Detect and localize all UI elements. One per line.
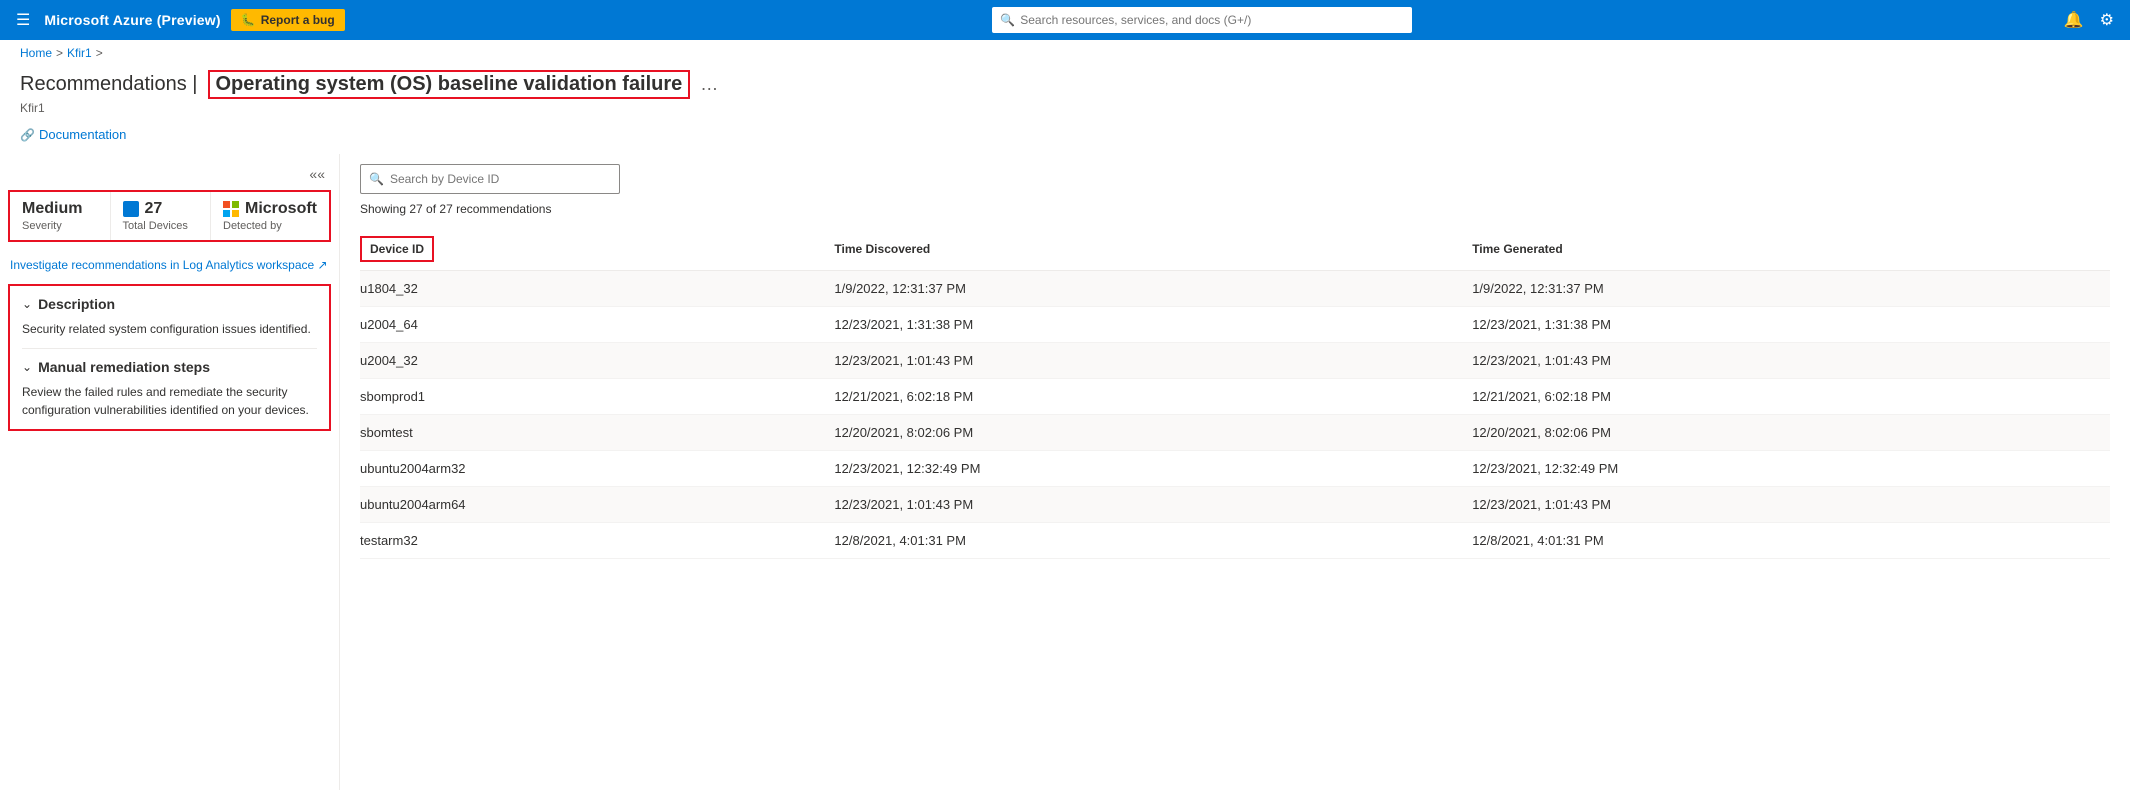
devices-stat: 27 Total Devices (111, 192, 212, 240)
section-divider (22, 348, 317, 349)
table-row[interactable]: sbomtest 12/20/2021, 8:02:06 PM 12/20/20… (360, 415, 2110, 451)
search-icon: 🔍 (1000, 13, 1015, 27)
cell-time-discovered: 12/23/2021, 12:32:49 PM (834, 451, 1472, 487)
chevron-down-icon-2: ⌄ (22, 360, 32, 374)
cell-time-generated: 12/23/2021, 1:01:43 PM (1472, 487, 2110, 523)
doc-link-row: 🔗 Documentation (0, 123, 2130, 154)
cell-device-id: u1804_32 (360, 271, 834, 307)
external-link-icon: ↗ (318, 258, 328, 272)
cell-time-discovered: 12/8/2021, 4:01:31 PM (834, 523, 1472, 559)
chevron-down-icon: ⌄ (22, 297, 32, 311)
documentation-link[interactable]: Documentation (39, 127, 126, 142)
cell-device-id: u2004_32 (360, 343, 834, 379)
report-bug-button[interactable]: 🐛 Report a bug (231, 9, 345, 31)
settings-icon[interactable]: ⚙ (2096, 6, 2118, 34)
description-remediation-box: ⌄ Description Security related system co… (8, 284, 331, 431)
cell-time-discovered: 12/23/2021, 1:31:38 PM (834, 307, 1472, 343)
detected-by-label: Detected by (223, 220, 317, 232)
col-device-id: Device ID (360, 228, 834, 271)
table-row[interactable]: testarm32 12/8/2021, 4:01:31 PM 12/8/202… (360, 523, 2110, 559)
description-header[interactable]: ⌄ Description (22, 296, 317, 312)
topbar-icons: 🔔 ⚙ (2060, 6, 2118, 34)
cell-time-generated: 12/23/2021, 1:01:43 PM (1472, 343, 2110, 379)
collapse-panel-button[interactable]: «« (305, 164, 329, 184)
breadcrumb-kfir1[interactable]: Kfir1 (67, 46, 92, 60)
cell-time-generated: 12/21/2021, 6:02:18 PM (1472, 379, 2110, 415)
search-icon: 🔍 (369, 172, 384, 186)
breadcrumb-home[interactable]: Home (20, 46, 52, 60)
recommendations-table: Device ID Time Discovered Time Generated… (360, 228, 2110, 559)
description-title: Description (38, 296, 115, 312)
search-bar: 🔍 (360, 164, 620, 194)
table-row[interactable]: u2004_64 12/23/2021, 1:31:38 PM 12/23/20… (360, 307, 2110, 343)
investigate-link[interactable]: Investigate recommendations in Log Analy… (10, 258, 328, 272)
table-row[interactable]: ubuntu2004arm64 12/23/2021, 1:01:43 PM 1… (360, 487, 2110, 523)
devices-icon (123, 201, 139, 217)
table-row[interactable]: u1804_32 1/9/2022, 12:31:37 PM 1/9/2022,… (360, 271, 2110, 307)
cell-time-generated: 12/23/2021, 12:32:49 PM (1472, 451, 2110, 487)
severity-stat: Medium Severity (10, 192, 111, 240)
app-title: Microsoft Azure (Preview) (44, 12, 220, 28)
cell-time-generated: 12/8/2021, 4:01:31 PM (1472, 523, 2110, 559)
breadcrumb: Home > Kfir1 > (0, 40, 2130, 66)
cell-time-discovered: 12/21/2021, 6:02:18 PM (834, 379, 1472, 415)
search-bar-row: 🔍 (360, 164, 2110, 194)
detected-by-stat: Microsoft Detected by (211, 192, 329, 240)
cell-time-discovered: 12/20/2021, 8:02:06 PM (834, 415, 1472, 451)
cell-device-id: testarm32 (360, 523, 834, 559)
stats-row: Medium Severity 27 Total Devices (8, 190, 331, 242)
page-title-label: Recommendations | (20, 73, 198, 96)
cell-device-id: sbomprod1 (360, 379, 834, 415)
table-row[interactable]: u2004_32 12/23/2021, 1:01:43 PM 12/23/20… (360, 343, 2110, 379)
severity-value: Medium (22, 200, 98, 218)
remediation-header[interactable]: ⌄ Manual remediation steps (22, 359, 317, 375)
page-title-highlight: Operating system (OS) baseline validatio… (208, 70, 691, 99)
devices-value: 27 (123, 200, 199, 218)
cell-device-id: sbomtest (360, 415, 834, 451)
cell-device-id: u2004_64 (360, 307, 834, 343)
cell-time-discovered: 1/9/2022, 12:31:37 PM (834, 271, 1472, 307)
cell-device-id: ubuntu2004arm64 (360, 487, 834, 523)
main-layout: «« Medium Severity 27 Total Devices (0, 154, 2130, 790)
microsoft-logo-icon (223, 201, 239, 217)
remediation-title: Manual remediation steps (38, 359, 210, 375)
cell-time-discovered: 12/23/2021, 1:01:43 PM (834, 343, 1472, 379)
cell-time-discovered: 12/23/2021, 1:01:43 PM (834, 487, 1472, 523)
left-panel: «« Medium Severity 27 Total Devices (0, 154, 340, 790)
remediation-body: Review the failed rules and remediate th… (22, 383, 317, 419)
hamburger-icon[interactable]: ☰ (12, 6, 34, 34)
notifications-icon[interactable]: 🔔 (2060, 6, 2088, 34)
topbar: ☰ Microsoft Azure (Preview) 🐛 Report a b… (0, 0, 2130, 40)
description-body: Security related system configuration is… (22, 320, 317, 338)
col-time-generated: Time Generated (1472, 228, 2110, 271)
investigate-link-row: Investigate recommendations in Log Analy… (0, 254, 339, 284)
cell-device-id: ubuntu2004arm32 (360, 451, 834, 487)
global-search-area: 🔍 (355, 7, 2050, 33)
page-subtitle: Kfir1 (0, 101, 2130, 123)
bug-icon: 🐛 (241, 13, 256, 27)
col-time-discovered: Time Discovered (834, 228, 1472, 271)
cell-time-generated: 12/20/2021, 8:02:06 PM (1472, 415, 2110, 451)
table-row[interactable]: sbomprod1 12/21/2021, 6:02:18 PM 12/21/2… (360, 379, 2110, 415)
showing-text: Showing 27 of 27 recommendations (360, 202, 2110, 216)
external-link-icon: 🔗 (20, 128, 35, 142)
severity-label: Severity (22, 220, 98, 232)
page-title-ellipsis[interactable]: … (700, 74, 718, 95)
device-id-search-input[interactable] (390, 172, 611, 186)
devices-label: Total Devices (123, 220, 199, 232)
page-title-area: Recommendations | Operating system (OS) … (0, 66, 2130, 101)
table-row[interactable]: ubuntu2004arm32 12/23/2021, 12:32:49 PM … (360, 451, 2110, 487)
cell-time-generated: 1/9/2022, 12:31:37 PM (1472, 271, 2110, 307)
cell-time-generated: 12/23/2021, 1:31:38 PM (1472, 307, 2110, 343)
global-search-input[interactable] (992, 7, 1412, 33)
right-panel: 🔍 Showing 27 of 27 recommendations Devic… (340, 154, 2130, 790)
detected-by-value: Microsoft (223, 200, 317, 218)
